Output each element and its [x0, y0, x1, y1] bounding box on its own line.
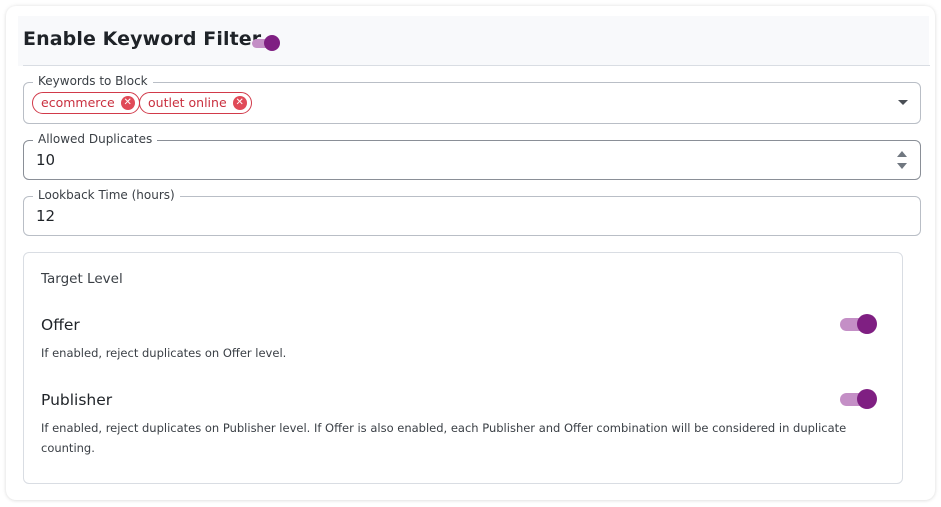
offer-option-title: Offer: [41, 316, 80, 334]
toggle-thumb: [857, 389, 877, 409]
decrement-icon[interactable]: [897, 163, 907, 169]
keywords-select[interactable]: Keywords to Block ecommerce ✕ outlet onl…: [23, 74, 921, 124]
offer-option-description: If enabled, reject duplicates on Offer l…: [41, 346, 287, 360]
enable-keyword-filter-toggle[interactable]: [250, 34, 282, 52]
publisher-toggle[interactable]: [840, 388, 880, 410]
lookback-time-value[interactable]: 12: [36, 207, 55, 225]
keyword-chip[interactable]: ecommerce ✕: [32, 92, 140, 114]
chip-label: outlet online: [148, 95, 227, 110]
offer-toggle[interactable]: [840, 313, 880, 335]
settings-card: Enable Keyword Filter Keywords to Block …: [6, 6, 935, 500]
remove-chip-icon[interactable]: ✕: [120, 96, 135, 110]
number-stepper[interactable]: [896, 148, 908, 172]
remove-chip-icon[interactable]: ✕: [232, 96, 247, 110]
publisher-option-title: Publisher: [41, 391, 113, 409]
lookback-time-field[interactable]: Lookback Time (hours) 12: [23, 188, 921, 236]
header-divider: [23, 65, 930, 66]
chip-label: ecommerce: [41, 95, 115, 110]
increment-icon[interactable]: [897, 151, 907, 157]
allowed-duplicates-label: Allowed Duplicates: [33, 132, 158, 146]
allowed-duplicates-field[interactable]: Allowed Duplicates 10: [23, 132, 921, 180]
keyword-chip[interactable]: outlet online ✕: [139, 92, 252, 114]
toggle-thumb: [264, 35, 280, 51]
lookback-time-label: Lookback Time (hours): [33, 188, 180, 202]
keywords-label: Keywords to Block: [33, 74, 153, 88]
header-bar: Enable Keyword Filter: [18, 16, 929, 66]
page-title: Enable Keyword Filter: [23, 28, 262, 50]
publisher-option-description: If enabled, reject duplicates on Publish…: [41, 421, 847, 455]
allowed-duplicates-value[interactable]: 10: [36, 151, 55, 169]
target-level-panel: Target Level Offer If enabled, reject du…: [23, 252, 903, 484]
toggle-thumb: [857, 314, 877, 334]
target-level-title: Target Level: [41, 271, 123, 287]
chevron-down-icon[interactable]: [898, 100, 908, 105]
